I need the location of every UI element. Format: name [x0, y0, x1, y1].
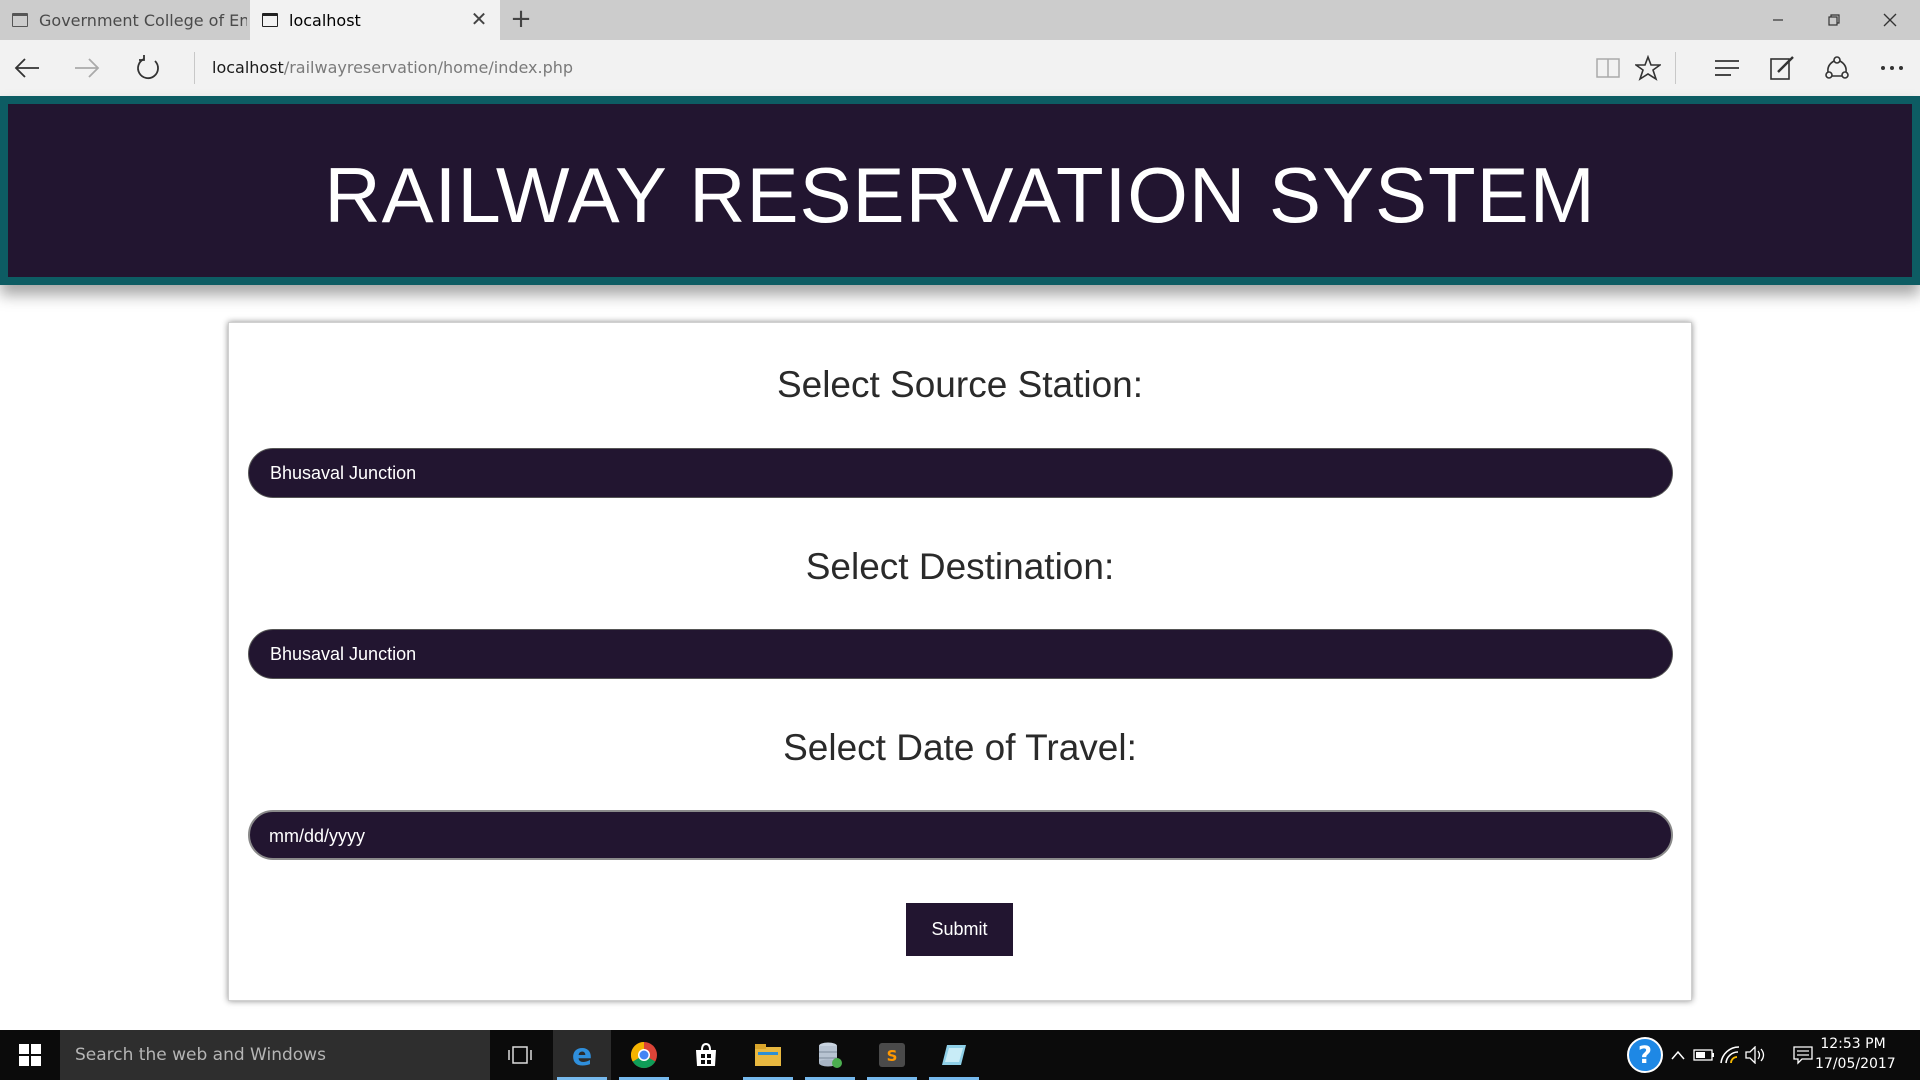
- page-header-banner: RAILWAY RESERVATION SYSTEM: [0, 96, 1920, 285]
- refresh-icon[interactable]: [130, 50, 166, 86]
- reading-view-icon[interactable]: [1592, 52, 1624, 84]
- store-icon[interactable]: [677, 1030, 735, 1080]
- travel-date-label: Select Date of Travel:: [783, 727, 1137, 768]
- travel-date-input[interactable]: mm/dd/yyyy: [248, 810, 1673, 860]
- svg-text:?: ?: [1638, 1041, 1652, 1069]
- battery-icon[interactable]: [1691, 1030, 1717, 1080]
- close-icon[interactable]: [1862, 0, 1918, 40]
- volume-icon[interactable]: [1743, 1030, 1769, 1080]
- tab-localhost[interactable]: localhost: [250, 0, 500, 40]
- destination-select[interactable]: Bhusaval Junction: [248, 629, 1673, 679]
- database-icon[interactable]: [801, 1030, 859, 1080]
- tab-label: Government College of Engi: [39, 10, 247, 30]
- address-bar: localhost/railwayreservation/home/index.…: [0, 40, 1920, 96]
- divider: [1675, 52, 1676, 84]
- back-arrow-icon[interactable]: [9, 50, 45, 86]
- tab-government-college[interactable]: Government College of Engi: [12, 0, 250, 40]
- svg-text:S: S: [887, 1047, 898, 1065]
- restore-icon[interactable]: [1806, 0, 1862, 40]
- task-view-icon[interactable]: [491, 1030, 549, 1080]
- source-station-select[interactable]: Bhusaval Junction: [248, 448, 1673, 498]
- minimize-icon[interactable]: [1750, 0, 1806, 40]
- svg-text:e: e: [572, 1040, 592, 1070]
- favorite-star-icon[interactable]: [1632, 52, 1664, 84]
- file-explorer-icon[interactable]: [739, 1030, 797, 1080]
- edge-icon[interactable]: e: [553, 1030, 611, 1080]
- clock-time: 12:53 PM: [1820, 1036, 1886, 1052]
- url-path: /railwayreservation/home/index.php: [283, 58, 574, 77]
- url-host: localhost: [212, 58, 284, 77]
- page-icon: [12, 13, 28, 27]
- sublime-text-icon[interactable]: S: [863, 1030, 921, 1080]
- more-icon[interactable]: [1876, 52, 1908, 84]
- taskbar-search-box[interactable]: Search the web and Windows: [60, 1030, 490, 1080]
- submit-button[interactable]: Submit: [906, 903, 1013, 956]
- divider: [194, 52, 195, 84]
- chevron-up-icon[interactable]: [1667, 1030, 1689, 1080]
- system-tray: ? 12:53 PM 17/05/2017: [1620, 1030, 1920, 1080]
- close-tab-icon[interactable]: ✕: [469, 9, 489, 29]
- destination-label: Select Destination:: [805, 546, 1115, 587]
- page-icon: [262, 13, 278, 27]
- forward-arrow-icon[interactable]: [69, 50, 105, 86]
- chrome-icon[interactable]: [615, 1030, 673, 1080]
- tab-label: localhost: [289, 10, 361, 30]
- taskbar-clock[interactable]: 12:53 PM 17/05/2017: [1815, 1034, 1896, 1078]
- hub-icon[interactable]: [1711, 52, 1743, 84]
- tab-bar: Government College of Engi localhost ✕ +: [0, 0, 1920, 40]
- action-center-icon[interactable]: [1789, 1030, 1817, 1080]
- taskbar: Search the web and Windows e S ? 12:53 P…: [0, 1030, 1920, 1080]
- web-note-icon[interactable]: [1766, 52, 1798, 84]
- page-title: RAILWAY RESERVATION SYSTEM: [324, 151, 1596, 239]
- url-field[interactable]: localhost/railwayreservation/home/index.…: [212, 54, 1512, 82]
- windows-start-icon[interactable]: [0, 1030, 60, 1080]
- help-icon[interactable]: ?: [1623, 1030, 1667, 1080]
- share-icon[interactable]: [1821, 52, 1853, 84]
- wifi-icon[interactable]: [1717, 1030, 1743, 1080]
- new-tab-plus-icon[interactable]: +: [509, 5, 533, 33]
- source-station-label: Select Source Station:: [776, 364, 1144, 405]
- clock-date: 17/05/2017: [1815, 1056, 1896, 1072]
- tablet-icon[interactable]: [925, 1030, 983, 1080]
